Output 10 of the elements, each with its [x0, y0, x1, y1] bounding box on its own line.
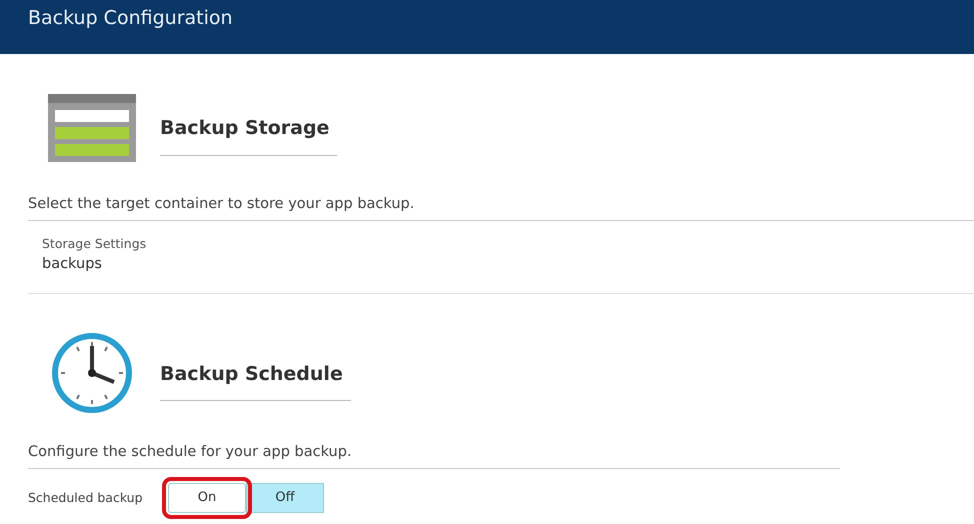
- window-title: Backup Configuration: [28, 7, 233, 29]
- toggle-label: Scheduled backup: [28, 488, 144, 507]
- section-description: Configure the schedule for your app backup.: [28, 442, 840, 469]
- section-heading: Backup Schedule: [160, 360, 351, 401]
- setting-value: backups: [42, 254, 103, 274]
- section-heading: Backup Storage: [160, 114, 338, 156]
- setting-label: Storage Settings: [42, 234, 148, 253]
- section-description: Select the target container to store your app backup.: [28, 194, 974, 221]
- toggle-option[interactable]: Off: [246, 483, 324, 513]
- storage-icon: [48, 94, 136, 162]
